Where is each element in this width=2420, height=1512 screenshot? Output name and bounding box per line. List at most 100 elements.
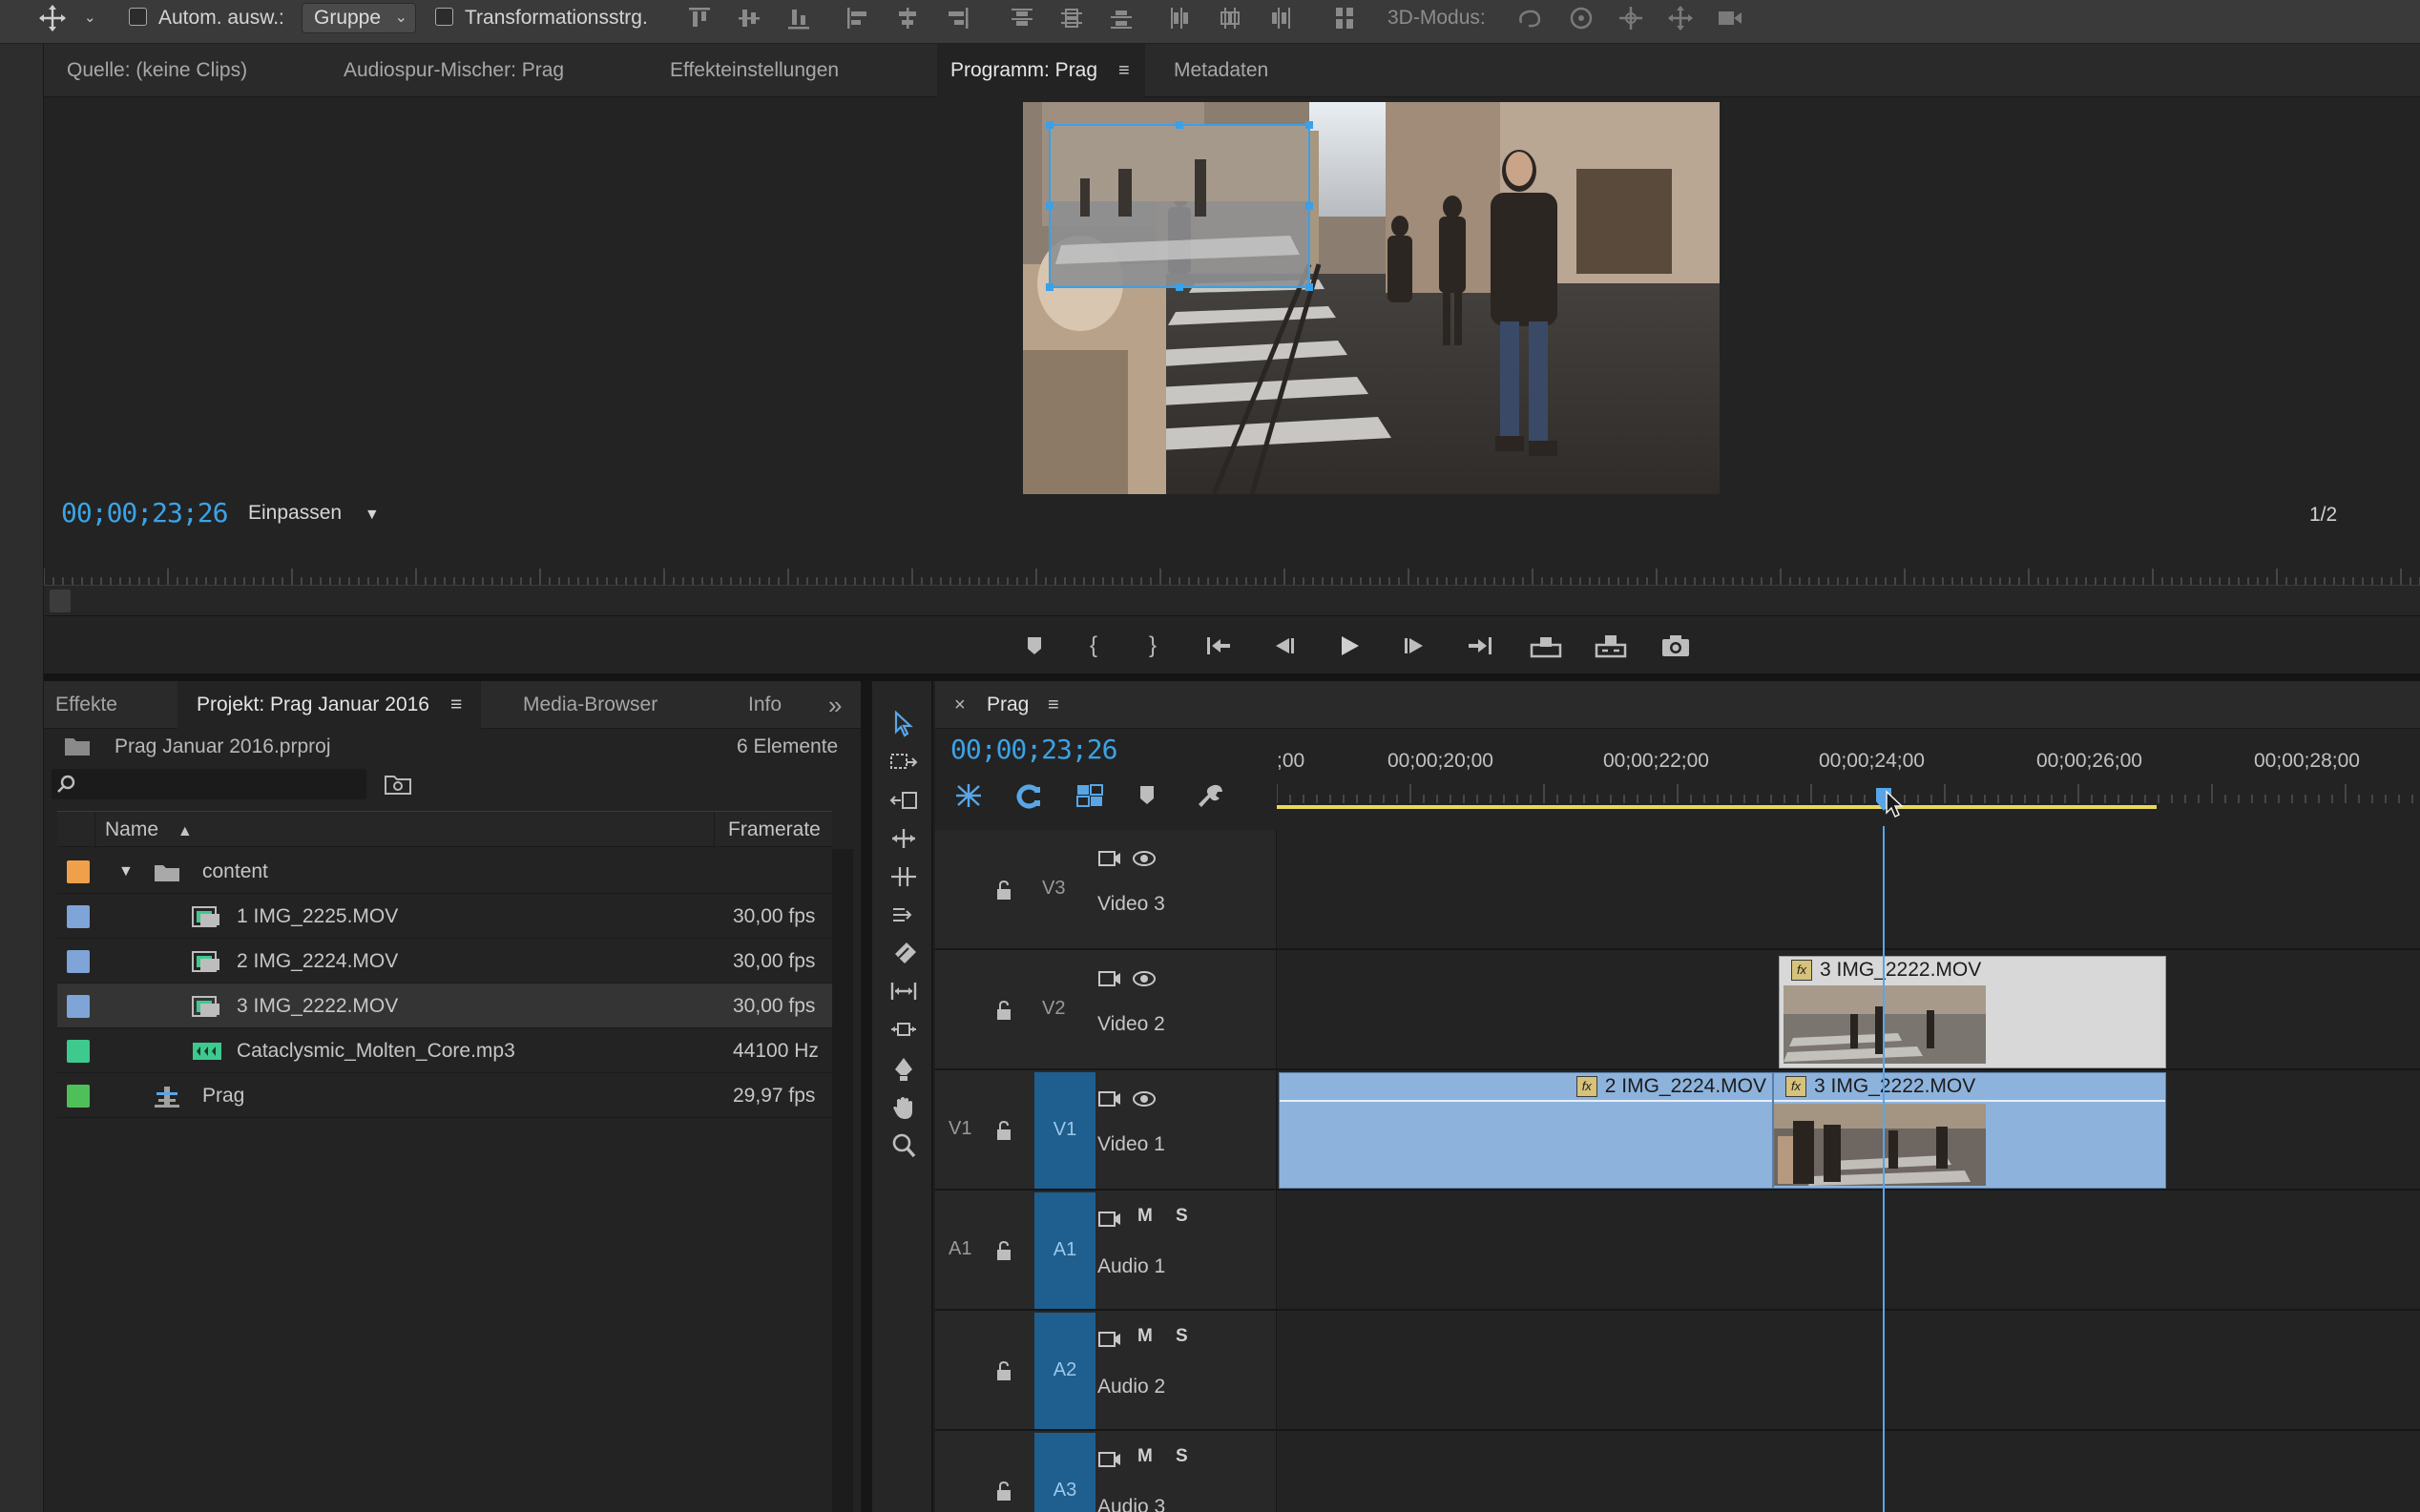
move-tool-icon[interactable] [38,4,67,32]
panel-menu-icon[interactable]: ≡ [450,694,462,715]
solo-button[interactable]: S [1176,1206,1188,1227]
source-patch-a1[interactable]: A1 [949,1238,971,1260]
work-area-bar[interactable] [1277,805,2157,809]
tab-info[interactable]: Info [748,681,782,729]
razor-tool[interactable] [887,937,920,969]
solo-button[interactable]: S [1176,1326,1188,1347]
distribute-vertical-center-icon[interactable] [1057,4,1086,32]
3d-pan-icon[interactable] [1617,4,1645,32]
eye-icon[interactable] [1132,1089,1157,1108]
tool-preset-chevron-icon[interactable]: ⌄ [84,0,96,36]
step-back-button[interactable] [1267,630,1302,662]
timeline-clip-v1-b[interactable]: fx 3 IMG_2222.MOV [1773,1072,2166,1189]
project-row-content-folder[interactable]: ▼ content [57,849,832,894]
track-target-v3[interactable]: V3 [1042,878,1065,900]
nest-toggle-icon[interactable] [954,782,983,809]
tab-audio-mixer[interactable]: Audiospur-Mischer: Prag [344,44,564,97]
align-vertical-center-icon[interactable] [735,4,763,32]
label-color-swatch[interactable] [67,950,90,973]
go-to-out-button[interactable] [1462,630,1496,662]
tab-media-browser[interactable]: Media-Browser [523,681,657,729]
mute-button[interactable]: M [1137,1326,1153,1347]
extract-button[interactable] [1594,630,1628,662]
close-sequence-icon[interactable]: × [954,681,966,729]
tab-source[interactable]: Quelle: (keine Clips) [67,44,247,97]
distribute-right-icon[interactable] [1265,4,1294,32]
project-row-sequence[interactable]: Prag 29,97 fps [57,1073,832,1118]
step-forward-button[interactable] [1397,630,1431,662]
sequence-tab-label[interactable]: Prag [987,681,1029,729]
label-color-swatch[interactable] [67,860,90,883]
lock-icon[interactable] [994,1000,1013,1021]
zoom-tool[interactable] [887,1129,920,1162]
new-search-bin-icon[interactable] [384,773,412,796]
track-target-v2[interactable]: V2 [1042,998,1065,1020]
eye-icon[interactable] [1132,969,1157,988]
framerate-column-header[interactable]: Framerate [714,812,832,848]
3d-slide-icon[interactable] [1666,4,1695,32]
panel-divider[interactable] [44,673,2420,681]
mute-button[interactable]: M [1137,1206,1153,1227]
tab-metadata[interactable]: Metadaten [1174,44,1268,97]
align-bottom-icon[interactable] [784,4,813,32]
name-column-header[interactable]: Name ▲ [105,812,193,850]
rate-stretch-tool[interactable] [887,860,920,893]
label-color-swatch[interactable] [67,1085,90,1108]
sync-lock-icon[interactable] [1097,1450,1122,1469]
transform-controls-checkbox[interactable] [435,8,453,26]
track-forward-tool[interactable] [887,899,920,931]
track-target-a3[interactable]: A3 [1034,1433,1095,1512]
label-color-swatch[interactable] [67,905,90,928]
distribute-bottom-icon[interactable] [1107,4,1136,32]
add-marker-icon[interactable] [1137,784,1157,807]
slip-tool[interactable] [887,975,920,1007]
add-marker-button[interactable] [1017,630,1052,662]
tab-effects[interactable]: Effekte [55,681,117,729]
snap-icon[interactable] [1015,784,1042,809]
lock-icon[interactable] [994,880,1013,901]
align-right-icon[interactable] [943,4,971,32]
group-select[interactable]: Gruppe ⌄ [302,3,416,33]
wrench-settings-icon[interactable] [1197,782,1225,809]
tab-effect-controls[interactable]: Effekteinstellungen [670,44,839,97]
play-button[interactable] [1332,630,1366,662]
sync-lock-icon[interactable] [1097,1210,1122,1229]
auto-align-icon[interactable] [1330,4,1359,32]
lock-icon[interactable] [994,1120,1013,1141]
sync-lock-icon[interactable] [1097,849,1122,868]
align-left-icon[interactable] [844,4,872,32]
program-timecode[interactable]: 00;00;23;26 [61,497,228,528]
tab-project[interactable]: Projekt: Prag Januar 2016 ≡ [177,681,482,729]
pen-tool[interactable] [887,1053,920,1086]
overflow-tabs-button[interactable]: » [828,681,842,729]
timeline-ruler[interactable]: ;00 00;00;20;00 00;00;22;00 00;00;24;00 … [1277,729,2420,830]
hand-tool[interactable] [887,1091,920,1124]
project-search-input[interactable] [52,769,366,799]
distribute-top-icon[interactable] [1008,4,1036,32]
monitor-time-ruler[interactable] [44,565,2420,586]
project-row-clip[interactable]: 1 IMG_2225.MOV 30,00 fps [57,894,832,939]
project-row-audio[interactable]: Cataclysmic_Molten_Core.mp3 44100 Hz [57,1028,832,1073]
solo-button[interactable]: S [1176,1446,1188,1467]
rolling-edit-tool[interactable] [887,822,920,855]
auto-select-checkbox[interactable] [129,8,147,26]
sync-lock-icon[interactable] [1097,1089,1122,1108]
track-target-a1[interactable]: A1 [1034,1192,1095,1309]
sync-lock-icon[interactable] [1097,1330,1122,1349]
align-horizontal-center-icon[interactable] [893,4,922,32]
3d-scale-camera-icon[interactable] [1716,4,1744,32]
panel-menu-icon[interactable]: ≡ [1118,60,1130,81]
fit-select[interactable]: Einpassen ▼ [248,502,380,525]
ripple-edit-tool[interactable] [887,784,920,817]
lock-icon[interactable] [994,1240,1013,1261]
project-scrollbar[interactable] [832,849,853,1512]
label-color-swatch[interactable] [67,1040,90,1063]
mark-in-button[interactable]: { [1076,630,1111,662]
distribute-left-icon[interactable] [1166,4,1195,32]
3d-roll-icon[interactable] [1567,4,1596,32]
track-target-v1[interactable]: V1 [1034,1072,1095,1189]
source-patch-v1[interactable]: V1 [949,1118,971,1140]
3d-rotate-icon[interactable] [1515,4,1544,32]
track-target-a2[interactable]: A2 [1034,1313,1095,1429]
mute-button[interactable]: M [1137,1446,1153,1467]
